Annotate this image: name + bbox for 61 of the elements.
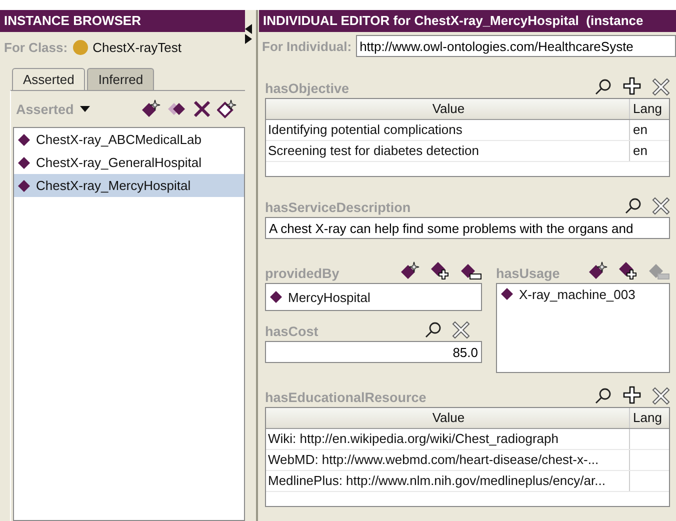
create-instance-icon[interactable] <box>141 99 161 119</box>
list-label: Asserted <box>16 102 74 116</box>
instance-icon <box>17 178 31 192</box>
add-instance-icon[interactable] <box>618 261 638 281</box>
collapse-arrow-icon[interactable] <box>245 24 252 34</box>
search-icon[interactable] <box>594 78 612 96</box>
create-instance-icon[interactable] <box>400 261 420 281</box>
add-icon[interactable] <box>622 76 642 96</box>
delete-icon[interactable] <box>652 78 670 96</box>
instance-item[interactable]: ChestX-ray_GeneralHospital <box>14 151 244 174</box>
class-icon <box>72 40 88 54</box>
iri-field[interactable]: http://www.owl-ontologies.com/HealthcareSyste <box>356 35 676 57</box>
property-label: hasCost <box>265 324 318 339</box>
add-instance-icon[interactable] <box>430 261 450 281</box>
expand-arrow-icon[interactable] <box>245 34 252 44</box>
property-label: providedBy <box>265 266 340 281</box>
instance-icon <box>269 290 283 304</box>
property-label: hasEducationalResource <box>265 390 426 405</box>
column-header[interactable]: Value <box>266 99 629 119</box>
for-individual-label: For Individual: <box>262 38 352 54</box>
instance-icon <box>17 156 31 170</box>
column-header[interactable]: Value <box>266 408 629 428</box>
for-class-label: For Class: <box>4 40 68 54</box>
instance-item[interactable]: X-ray_machine_003 <box>497 284 669 304</box>
search-icon[interactable] <box>624 197 642 215</box>
class-name: ChestX-rayTest <box>92 40 182 54</box>
table-cell-text: Screening test for diabetes detection <box>267 142 480 160</box>
dropdown-caret-icon[interactable] <box>80 106 90 112</box>
delete-icon[interactable] <box>652 387 670 405</box>
property-label: hasUsage <box>496 266 560 281</box>
property-label: hasObjective <box>265 81 350 96</box>
table-cell: en <box>629 141 669 161</box>
table-cell-text: Identifying potential complications <box>267 121 464 139</box>
column-header[interactable]: Lang <box>629 99 669 119</box>
add-icon[interactable] <box>622 385 642 405</box>
table-cell-text: MedlinePlus: http://www.nlm.nih.gov/medlineplus/ency/ar... <box>267 472 606 490</box>
remove-instance-icon[interactable] <box>460 263 482 281</box>
tab[interactable]: Asserted <box>12 68 86 90</box>
delete-icon[interactable] <box>652 197 670 215</box>
table-cell: en <box>629 120 669 140</box>
create-instance-icon[interactable] <box>588 261 608 281</box>
table-cell-text: WebMD: http://www.webmd.com/heart-disease/chest-x-... <box>267 451 600 469</box>
column-header[interactable]: Lang <box>629 408 669 428</box>
description-field[interactable]: A chest X-ray can help find some problems with the organs and <box>265 217 670 239</box>
instance-item[interactable]: ChestX-ray_ABCMedicalLab <box>14 128 244 151</box>
instance-icon <box>500 287 514 301</box>
delete-icon[interactable] <box>452 321 470 339</box>
panel-title: INSTANCE BROWSER <box>0 10 245 32</box>
delete-instance-icon[interactable] <box>193 100 211 118</box>
create-instance-outline-icon[interactable] <box>217 99 237 119</box>
instance-item[interactable]: ChestX-ray_MercyHospital <box>14 174 244 197</box>
tab[interactable]: Inferred <box>87 68 154 90</box>
table-cell-text: Wiki: http://en.wikipedia.org/wiki/Chest_radiograph <box>267 430 560 448</box>
search-icon[interactable] <box>424 321 442 339</box>
property-label: hasServiceDescription <box>265 200 411 215</box>
instance-icon <box>17 132 31 146</box>
duplicate-instance-icon[interactable] <box>167 102 187 116</box>
cost-field[interactable]: 85.0 <box>265 341 482 363</box>
instance-item[interactable]: MercyHospital <box>266 286 370 308</box>
panel-title: INDIVIDUAL EDITOR for ChestX-ray_MercyHospital (instance <box>259 10 676 32</box>
search-icon[interactable] <box>594 387 612 405</box>
